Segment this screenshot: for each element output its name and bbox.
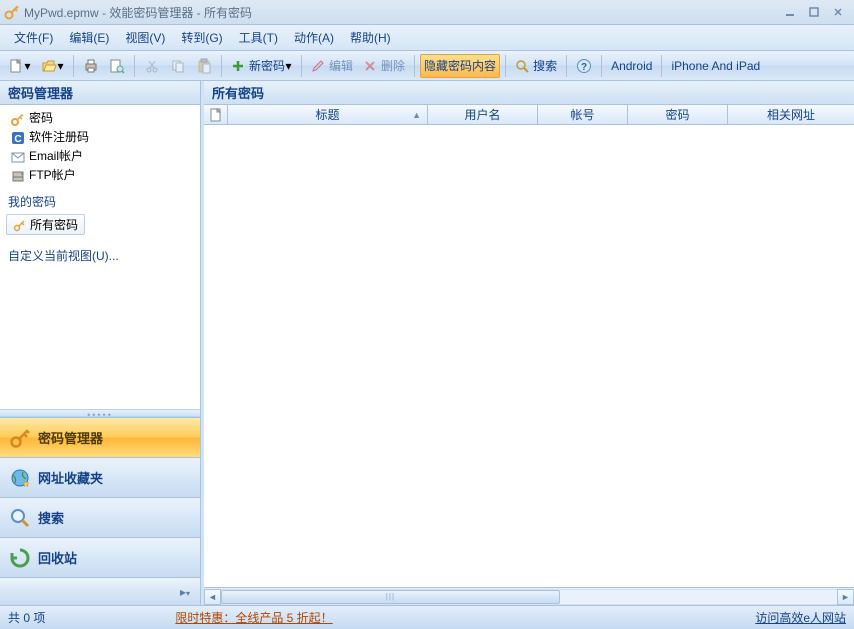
sidebar-fill	[0, 274, 200, 409]
svg-text:C: C	[14, 134, 21, 145]
hide-password-button[interactable]: 隐藏密码内容	[420, 54, 500, 78]
status-count: 共 0 项	[8, 609, 45, 626]
status-site-link[interactable]: 访问高效e人网站	[755, 609, 846, 626]
col-account[interactable]: 帐号	[538, 105, 628, 124]
copy-button[interactable]	[166, 54, 190, 78]
tree-item-ftp[interactable]: FTP帐户	[2, 166, 198, 185]
recycle-icon	[8, 546, 32, 570]
key-icon	[13, 218, 27, 232]
col-icon[interactable]	[204, 105, 228, 124]
toolbar-separator	[73, 55, 74, 77]
ftp-icon	[10, 168, 26, 184]
custom-view-link[interactable]: 自定义当前视图(U)...	[0, 241, 200, 274]
content-area: 所有密码 标题▲ 用户名 帐号 密码 相关网址 ◄ ||| ►	[201, 81, 854, 605]
main-area: 密码管理器 密码 C软件注册码 Email帐户 FTP帐户 我的密码 所有密码 …	[0, 81, 854, 605]
toolbar-separator	[601, 55, 602, 77]
toolbar: ▾ ▾ 新密码▾ 编辑 删除 隐藏密码内容 搜索 ? Android iPhon…	[0, 51, 854, 81]
sidebar-header: 密码管理器	[0, 81, 200, 105]
close-button[interactable]	[826, 3, 850, 21]
key-icon	[8, 426, 32, 450]
menu-bar: 文件(F) 编辑(E) 视图(V) 转到(G) 工具(T) 动作(A) 帮助(H…	[0, 25, 854, 51]
open-file-button[interactable]: ▾	[37, 54, 68, 78]
nav-pane-manager[interactable]: 密码管理器	[0, 417, 200, 457]
cut-button[interactable]	[140, 54, 164, 78]
menu-view[interactable]: 视图(V)	[117, 26, 173, 49]
minimize-button[interactable]	[778, 3, 802, 21]
tree-item-software[interactable]: C软件注册码	[2, 128, 198, 147]
menu-edit[interactable]: 编辑(E)	[61, 26, 117, 49]
content-header: 所有密码	[204, 81, 854, 105]
nav-strip: ▸▾	[0, 577, 200, 605]
all-passwords-pill[interactable]: 所有密码	[6, 214, 85, 235]
dropdown-icon: ▾	[57, 59, 64, 73]
email-icon	[10, 149, 26, 165]
app-key-icon	[4, 4, 20, 20]
toolbar-separator	[414, 55, 415, 77]
nav-pane-search[interactable]: 搜索	[0, 497, 200, 537]
edit-button[interactable]: 编辑	[307, 54, 357, 78]
menu-action[interactable]: 动作(A)	[286, 26, 342, 49]
toolbar-separator	[566, 55, 567, 77]
grid-header: 标题▲ 用户名 帐号 密码 相关网址	[204, 105, 854, 125]
col-url[interactable]: 相关网址	[728, 105, 854, 124]
title-bar: MyPwd.epmw - 效能密码管理器 - 所有密码	[0, 0, 854, 25]
status-promo-link[interactable]: 限时特惠：全线产品 5 折起！	[175, 609, 332, 626]
menu-tools[interactable]: 工具(T)	[231, 26, 286, 49]
delete-button[interactable]: 删除	[359, 54, 409, 78]
pill-row: 所有密码	[0, 212, 200, 241]
tree-item-email[interactable]: Email帐户	[2, 147, 198, 166]
search-button[interactable]: 搜索	[511, 54, 561, 78]
menu-help[interactable]: 帮助(H)	[342, 26, 399, 49]
sort-asc-icon: ▲	[412, 110, 421, 120]
dropdown-icon: ▾	[24, 59, 31, 73]
toolbar-separator	[301, 55, 302, 77]
menu-file[interactable]: 文件(F)	[6, 26, 61, 49]
svg-text:?: ?	[581, 62, 587, 73]
scroll-track[interactable]: |||	[221, 589, 837, 605]
scroll-left-button[interactable]: ◄	[204, 589, 221, 605]
document-icon	[210, 108, 222, 122]
software-icon: C	[10, 130, 26, 146]
category-tree: 密码 C软件注册码 Email帐户 FTP帐户	[0, 105, 200, 189]
print-button[interactable]	[79, 54, 103, 78]
iphone-ipad-button[interactable]: iPhone And iPad	[667, 54, 764, 78]
search-icon	[8, 506, 32, 530]
col-username[interactable]: 用户名	[428, 105, 538, 124]
maximize-button[interactable]	[802, 3, 826, 21]
status-bar: 共 0 项 限时特惠：全线产品 5 折起！ 访问高效e人网站	[0, 605, 854, 629]
paste-button[interactable]	[192, 54, 216, 78]
globe-icon	[8, 466, 32, 490]
toolbar-separator	[505, 55, 506, 77]
new-password-button[interactable]: 新密码▾	[227, 54, 296, 78]
nav-splitter[interactable]: •••••	[0, 409, 200, 417]
my-password-label: 我的密码	[0, 189, 200, 212]
toolbar-separator	[134, 55, 135, 77]
print-preview-button[interactable]	[105, 54, 129, 78]
menu-goto[interactable]: 转到(G)	[173, 26, 230, 49]
grid-body[interactable]	[204, 125, 854, 587]
help-button[interactable]: ?	[572, 54, 596, 78]
new-file-button[interactable]: ▾	[4, 54, 35, 78]
nav-panes: 密码管理器 网址收藏夹 搜索 回收站	[0, 417, 200, 577]
scroll-thumb[interactable]: |||	[221, 590, 560, 604]
dropdown-icon: ▾	[285, 59, 292, 73]
nav-pane-recycle[interactable]: 回收站	[0, 537, 200, 577]
android-button[interactable]: Android	[607, 54, 656, 78]
scroll-right-button[interactable]: ►	[837, 589, 854, 605]
nav-pane-favorites[interactable]: 网址收藏夹	[0, 457, 200, 497]
col-password[interactable]: 密码	[628, 105, 728, 124]
nav-config-button[interactable]: ▸▾	[176, 583, 194, 601]
sidebar: 密码管理器 密码 C软件注册码 Email帐户 FTP帐户 我的密码 所有密码 …	[0, 81, 201, 605]
tree-item-password[interactable]: 密码	[2, 109, 198, 128]
toolbar-separator	[661, 55, 662, 77]
col-title[interactable]: 标题▲	[228, 105, 428, 124]
horizontal-scrollbar[interactable]: ◄ ||| ►	[204, 587, 854, 605]
toolbar-separator	[221, 55, 222, 77]
window-title: MyPwd.epmw - 效能密码管理器 - 所有密码	[24, 4, 778, 21]
key-icon	[10, 111, 26, 127]
